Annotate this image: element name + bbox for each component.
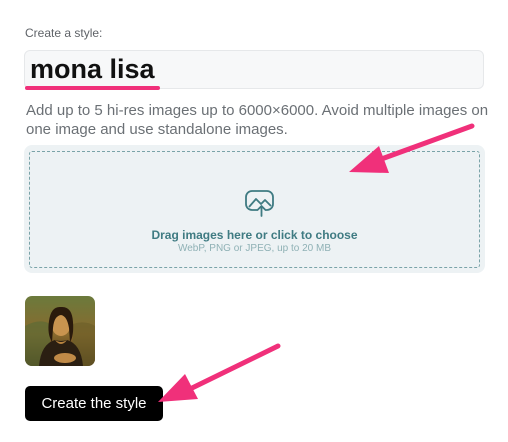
dropzone-dashed-border: Drag images here or click to choose WebP…	[29, 151, 480, 268]
image-dropzone[interactable]: Drag images here or click to choose WebP…	[24, 145, 485, 273]
annotation-underline	[25, 86, 160, 90]
create-style-panel: Create a style: mona lisa Add up to 5 hi…	[0, 0, 508, 442]
dropzone-title: Drag images here or click to choose	[151, 228, 358, 242]
uploaded-image-thumbnail[interactable]	[25, 296, 95, 366]
mona-lisa-thumbnail-image	[25, 296, 95, 366]
section-label: Create a style:	[25, 26, 103, 40]
style-name-input[interactable]: mona lisa	[24, 50, 484, 89]
create-style-button[interactable]: Create the style	[25, 386, 163, 421]
dropzone-subtitle: WebP, PNG or JPEG, up to 20 MB	[177, 243, 332, 254]
annotation-arrow-button	[158, 343, 281, 402]
image-upload-icon	[245, 190, 274, 217]
upload-hint-text: Add up to 5 hi-res images up to 6000×600…	[26, 102, 489, 138]
